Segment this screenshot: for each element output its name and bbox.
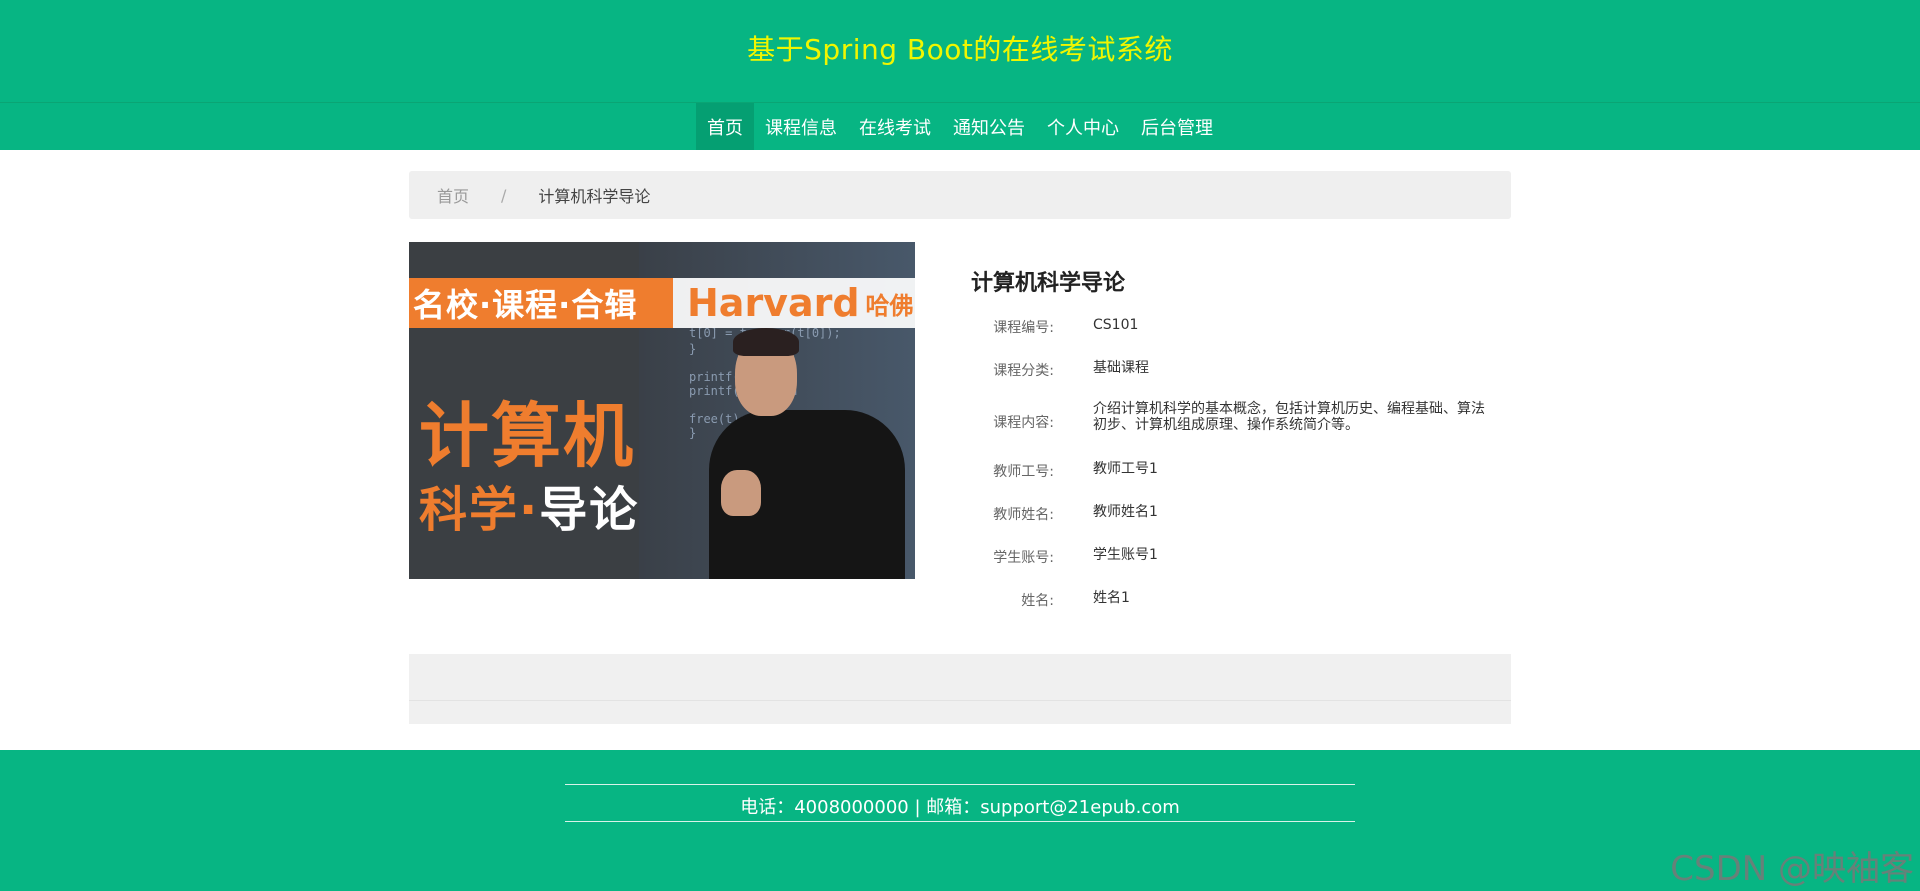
footer-divider-top <box>565 784 1355 785</box>
field-label: 教师工号: <box>993 464 1054 480</box>
field-value: CS101 <box>1093 317 1139 333</box>
nav-item-online-exam[interactable]: 在线考试 <box>848 103 942 150</box>
field-label: 学生账号: <box>993 550 1054 566</box>
cover-banner-right: Harvard 哈佛 <box>673 278 915 328</box>
nav-item-home[interactable]: 首页 <box>696 103 754 150</box>
nav-item-personal-center[interactable]: 个人中心 <box>1036 103 1130 150</box>
course-cover-image: t[0] = toupper(t[0]); } printf("s: %s\n … <box>409 242 915 579</box>
divider <box>409 700 1511 701</box>
breadcrumb-current: 计算机科学导论 <box>538 187 651 206</box>
cover-banner-left: 名校·课程·合辑 <box>409 278 673 328</box>
field-label: 课程编号: <box>993 320 1054 336</box>
nav-item-notices[interactable]: 通知公告 <box>942 103 1036 150</box>
cover-banner-harvard-cn: 哈佛 <box>865 291 914 320</box>
course-info-panel: 计算机科学导论 课程编号: CS101 课程分类: 基础课程 课程内容: 介绍计… <box>971 265 1511 609</box>
cover-big-title-part-b: 导论 <box>539 482 640 538</box>
breadcrumb-home-link[interactable]: 首页 <box>437 183 469 207</box>
field-label: 课程内容: <box>993 415 1054 431</box>
breadcrumb: 首页 / 计算机科学导论 <box>409 171 1511 219</box>
footer-divider-bottom <box>565 821 1355 822</box>
presenter-hair <box>733 328 799 356</box>
cover-big-title-line2: 科学·导论 <box>419 470 639 540</box>
field-label: 教师姓名: <box>993 507 1054 523</box>
breadcrumb-separator: / <box>501 185 507 205</box>
field-value: 学生账号1 <box>1093 547 1158 563</box>
site-title: 基于Spring Boot的在线考试系统 <box>747 33 1173 66</box>
content-panel <box>409 654 1511 724</box>
cover-banner-harvard: Harvard <box>687 281 860 325</box>
field-value: 介绍计算机科学的基本概念，包括计算机历史、编程基础、算法初步、计算机组成原理、操… <box>1093 401 1485 433</box>
watermark: CSDN @映袖客 <box>1670 849 1914 889</box>
presenter-hand <box>721 470 761 516</box>
field-label: 课程分类: <box>993 363 1054 379</box>
field-value: 姓名1 <box>1093 590 1130 606</box>
nav-item-admin[interactable]: 后台管理 <box>1130 103 1224 150</box>
footer-contact: 电话：4008000000 | 邮箱：support@21epub.com <box>740 797 1180 818</box>
nav-item-course-info[interactable]: 课程信息 <box>754 103 848 150</box>
course-title: 计算机科学导论 <box>971 271 1126 296</box>
code-line: } <box>689 426 697 440</box>
field-label: 姓名: <box>1021 593 1054 609</box>
field-value: 基础课程 <box>1093 360 1149 376</box>
field-value: 教师姓名1 <box>1093 504 1158 520</box>
site-header: 基于Spring Boot的在线考试系统 <box>0 0 1920 103</box>
cover-big-title-part-a: 科学· <box>419 482 540 538</box>
field-value: 教师工号1 <box>1093 461 1158 477</box>
main-nav: 首页 课程信息 在线考试 通知公告 个人中心 后台管理 <box>0 102 1920 150</box>
site-footer: 电话：4008000000 | 邮箱：support@21epub.com <box>0 750 1920 891</box>
cover-big-title-line1: 计算机 <box>419 395 635 477</box>
code-line: } <box>689 342 697 356</box>
